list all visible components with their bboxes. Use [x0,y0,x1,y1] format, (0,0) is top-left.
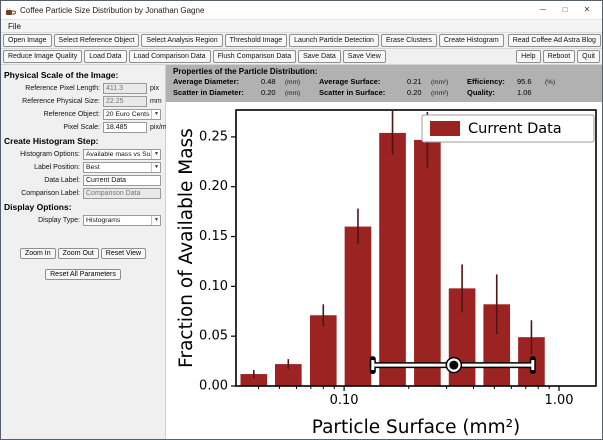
scatter-surface-unit: (mm²) [431,90,467,97]
toolbar-button-save-view[interactable]: Save View [343,50,386,63]
display-type-label: Display Type: [3,217,83,224]
ref-physical-size-label: Reference Physical Size: [3,98,103,105]
avg-surface-unit: (mm²) [431,79,467,86]
comparison-label-label: Comparison Label: [3,190,83,197]
toolbar-button-create-histogram[interactable]: Create Histogram [439,34,504,47]
chevron-down-icon: ▼ [151,110,159,119]
histogram-bar [414,140,441,386]
ref-physical-size-input[interactable] [103,96,147,107]
comparison-label-input[interactable] [83,188,161,199]
legend-label: Current Data [468,121,562,137]
toolbar-button-select-reference-object[interactable]: Select Reference Object [54,34,140,47]
y-tick-label: 0.00 [199,379,228,394]
app-window: Coffee Particle Size Distribution by Jon… [0,0,603,440]
reference-object-select[interactable]: 20 Euro Cents ▼ [103,109,161,120]
avg-surface-value: 0.21 [407,77,431,86]
data-label-input[interactable] [83,175,161,186]
ref-pixel-length-input[interactable] [103,83,147,94]
scatter-surface-label: Scatter in Surface: [319,88,407,97]
quality-label: Quality: [467,88,517,97]
toolbar-button-load-data[interactable]: Load Data [84,50,126,63]
histogram-bar [345,227,372,386]
settings-sidebar: Physical Scale of the Image: Reference P… [1,65,166,439]
properties-heading: Properties of the Particle Distribution: [173,67,602,76]
window-title: Coffee Particle Size Distribution by Jon… [20,6,204,15]
histogram-chart: 0.00 0.05 0.10 0.15 0.20 0.25 0.10 1.00 Particle… [166,102,603,440]
properties-panel: Properties of the Particle Distribution:… [166,65,602,102]
window-controls: ─ □ ✕ [532,1,598,19]
maximize-icon[interactable]: □ [554,1,576,19]
efficiency-unit: (%) [545,79,569,86]
histogram-bar [379,133,406,386]
display-options-heading: Display Options: [4,202,163,212]
histogram-options-select[interactable]: Available mass vs Surface ▼ [83,149,161,160]
scatter-diameter-label: Scatter in Diameter: [173,88,261,97]
quality-value: 1.06 [517,88,545,97]
toolbar-button-help[interactable]: Help [516,50,540,63]
toolbar-button-load-comparison-data[interactable]: Load Comparison Data [129,50,211,63]
efficiency-value: 95.6 [517,77,545,86]
toolbar-button-launch-particle-detection[interactable]: Launch Particle Detection [289,34,379,47]
avg-surface-label: Average Surface: [319,77,407,86]
app-icon [5,5,16,16]
data-label-label: Data Label: [3,177,83,184]
toolbar-button-select-analysis-region[interactable]: Select Analysis Region [141,34,222,47]
efficiency-label: Efficiency: [467,77,517,86]
histogram-options-label: Histogram Options: [3,151,83,158]
panel-button-zoom-out[interactable]: Zoom Out [58,248,99,259]
y-axis-label: Fraction of Available Mass [176,128,197,368]
physical-scale-heading: Physical Scale of the Image: [4,70,163,80]
toolbar-button-read-coffee-ad-astra-blog[interactable]: Read Coffee Ad Astra Blog [508,34,601,47]
y-tick-label: 0.25 [199,129,228,144]
toolbar-button-quit[interactable]: Quit [577,50,600,63]
menu-file[interactable]: File [1,22,28,31]
minimize-icon[interactable]: ─ [532,1,554,19]
scatter-surface-value: 0.20 [407,88,431,97]
scatter-diameter-unit: (mm) [285,90,319,97]
ref-pixel-length-label: Reference Pixel Length: [3,85,103,92]
x-tick-label: 0.10 [330,393,359,408]
y-tick-label: 0.10 [199,279,228,294]
chevron-down-icon: ▼ [151,216,159,225]
view-buttons: Zoom InZoom OutReset View [3,242,163,260]
toolbar-button-flush-comparison-data[interactable]: Flush Comparison Data [213,50,297,63]
chevron-down-icon: ▼ [151,163,159,172]
display-type-select[interactable]: Histograms ▼ [83,215,161,226]
reset-all-parameters-button[interactable]: Reset All Parameters [45,269,121,280]
pixel-scale-label: Pixel Scale: [3,124,103,131]
panel-button-zoom-in[interactable]: Zoom In [20,248,56,259]
y-tick-label: 0.15 [199,229,228,244]
toolbar-button-threshold-image[interactable]: Threshold Image [225,34,288,47]
pixel-scale-input[interactable] [103,122,147,133]
ref-physical-size-unit: mm [147,98,163,105]
toolbar-button-reboot[interactable]: Reboot [543,50,576,63]
toolbar-row-2: Reduce Image QualityLoad DataLoad Compar… [1,49,602,65]
chart-figure: 0.00 0.05 0.10 0.15 0.20 0.25 0.10 1.00 Particle… [166,102,602,439]
ref-pixel-length-unit: pix [147,85,163,92]
toolbar-button-save-data[interactable]: Save Data [298,50,341,63]
avg-diameter-value: 0.48 [261,77,285,86]
avg-diameter-label: Average Diameter: [173,77,261,86]
avg-diameter-unit: (mm) [285,79,319,86]
label-position-select[interactable]: Best ▼ [83,162,161,173]
toolbar-button-reduce-image-quality[interactable]: Reduce Image Quality [3,50,82,63]
x-axis-label: Particle Surface (mm²) [312,417,521,438]
toolbar-row-1: Open ImageSelect Reference ObjectSelect … [1,33,602,49]
chevron-down-icon: ▼ [151,150,159,159]
y-tick-label: 0.05 [199,329,228,344]
x-tick-label: 1.00 [545,393,574,408]
toolbar-button-erase-clusters[interactable]: Erase Clusters [381,34,437,47]
legend-swatch [430,121,460,136]
close-icon[interactable]: ✕ [576,1,598,19]
scatter-diameter-value: 0.20 [261,88,285,97]
menu-bar: File [1,20,602,33]
y-tick-label: 0.20 [199,179,228,194]
create-histogram-heading: Create Histogram Step: [4,136,163,146]
toolbar-button-open-image[interactable]: Open Image [3,34,52,47]
title-bar: Coffee Particle Size Distribution by Jon… [1,1,602,20]
label-position-label: Label Position: [3,164,83,171]
panel-button-reset-view[interactable]: Reset View [101,248,146,259]
main-area: Properties of the Particle Distribution:… [166,65,602,439]
reference-object-label: Reference Object: [3,111,103,118]
